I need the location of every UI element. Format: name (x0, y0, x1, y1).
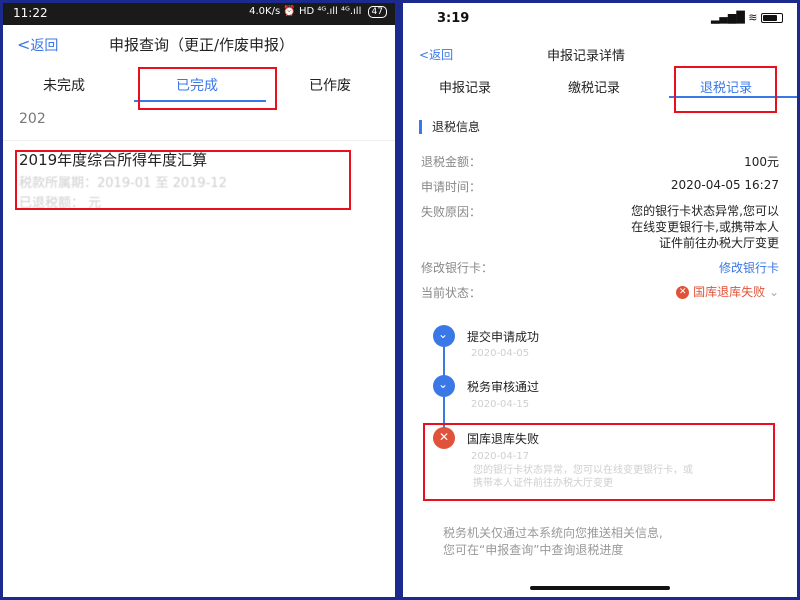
change-bank-card-link[interactable]: 修改银行卡 (719, 259, 779, 276)
chevron-left-icon: < (419, 48, 430, 62)
timeline-step-title: 提交申请成功 (467, 330, 540, 344)
field-label-apply-time: 申请时间： (421, 180, 482, 194)
battery-icon (761, 13, 783, 23)
back-button[interactable]: <返回 (419, 46, 453, 63)
highlight-box-tab (674, 66, 777, 113)
timeline-step-date: 2020-04-15 (471, 399, 530, 410)
error-icon: ✕ (676, 286, 690, 299)
status-indicators: 4.0K/s ⏰ HD ⁴ᴳ.ıll ⁴ᴳ.ıll 47 (249, 6, 387, 18)
home-indicator[interactable] (530, 586, 670, 590)
current-status[interactable]: ✕ 国库退库失败 ⌄ (676, 283, 779, 300)
field-value-fail-reason: 您的银行卡状态异常,您可以 在线变更银行卡,或携带本人 证件前往办税大厅变更 (631, 204, 779, 250)
timeline-step-date: 2020-04-05 (471, 348, 530, 359)
field-label-current-status: 当前状态： (421, 286, 482, 300)
year-label: 202 (19, 111, 46, 127)
field-value-apply-time: 2020-04-05 16:27 (670, 178, 779, 192)
chevron-down-icon: ⌄ (768, 285, 779, 299)
status-time: 3:19 (437, 11, 470, 26)
field-label-change-card: 修改银行卡： (421, 261, 494, 275)
tab-declaration-records[interactable]: 申报记录 (439, 77, 491, 96)
chevron-left-icon: < (17, 35, 31, 54)
battery-icon: 47 (367, 6, 387, 18)
field-value-refund-amount: 100元 (744, 155, 779, 169)
highlight-box-record (15, 150, 351, 210)
back-button[interactable]: <返回 (17, 35, 58, 55)
wifi-icon: ≋ (748, 11, 758, 24)
left-screenshot: 11:22 4.0K/s ⏰ HD ⁴ᴳ.ıll ⁴ᴳ.ıll 47 <返回 申… (3, 3, 395, 597)
right-screenshot: 3:19 ▂▄▆█ ≋ <返回 申报记录详情 申报记录 缴税记录 退税记录 退税… (403, 3, 797, 597)
field-label-refund-amount: 退税金额： (421, 155, 482, 169)
status-bar: 11:22 4.0K/s ⏰ HD ⁴ᴳ.ıll ⁴ᴳ.ıll 47 (3, 3, 395, 25)
check-icon: ⌄ (433, 325, 455, 347)
highlight-box-tab (138, 67, 277, 110)
section-marker (419, 120, 422, 134)
tab-tax-payment-records[interactable]: 缴税记录 (568, 77, 620, 96)
current-status-text: 国库退库失败 (693, 285, 766, 299)
tab-voided[interactable]: 已作废 (309, 75, 351, 95)
highlight-box-failed-step (423, 423, 775, 501)
status-indicators: ▂▄▆█ ≋ (711, 11, 783, 24)
back-label: 返回 (30, 38, 59, 54)
field-label-fail-reason: 失败原因： (421, 205, 482, 219)
status-time: 11:22 (13, 6, 48, 20)
tab-unfinished[interactable]: 未完成 (43, 75, 85, 95)
page-title: 申报记录详情 (547, 49, 626, 64)
status-network-text: 4.0K/s ⏰ HD ⁴ᴳ.ıll ⁴ᴳ.ıll (249, 6, 362, 17)
signal-icon: ▂▄▆█ (710, 11, 745, 24)
section-title: 退税信息 (432, 120, 481, 134)
back-label: 返回 (429, 48, 454, 62)
footer-note: 税务机关仅通过本系统向您推送相关信息, 您可在“申报查询”中查询退税进度 (443, 526, 663, 557)
page-title: 申报查询（更正/作废申报） (109, 36, 295, 54)
timeline-step-title: 税务审核通过 (467, 380, 540, 394)
check-icon: ⌄ (433, 375, 455, 397)
